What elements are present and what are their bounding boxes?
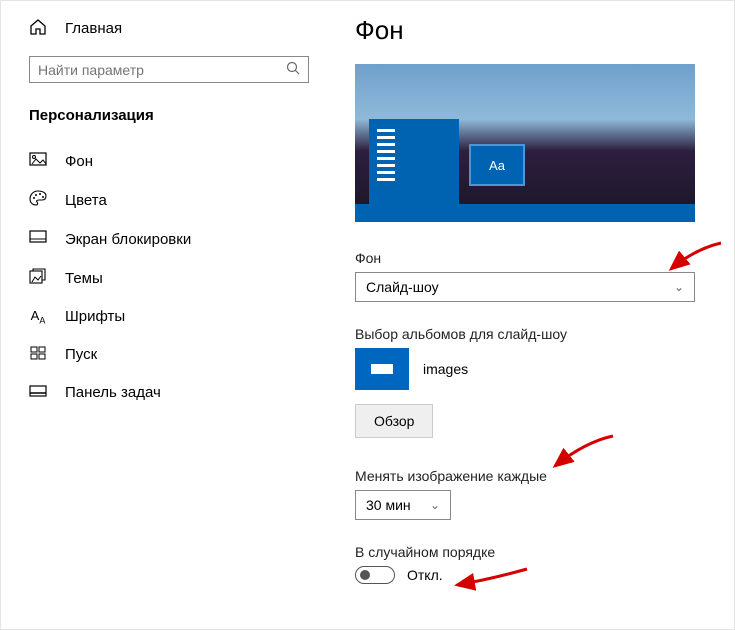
nav-item-start[interactable]: Пуск [29,336,319,374]
toggle-knob [360,570,370,580]
nav-item-background[interactable]: Фон [29,142,319,180]
interval-value: 30 мин [366,497,411,513]
preview-window: Aa [469,144,525,186]
album-name: images [423,361,468,377]
search-input[interactable] [29,56,309,83]
nav-item-taskbar[interactable]: Панель задач [29,374,319,411]
nav-item-label: Панель задач [65,384,161,401]
background-label: Фон [355,250,714,266]
sidebar: Главная Персонализация Фон Цвета Э [1,1,341,629]
page-title: Фон [355,15,714,46]
chevron-down-icon: ⌄ [430,498,440,512]
preview-taskbar [355,204,695,222]
preview-start-menu [369,119,459,204]
palette-icon [29,190,47,210]
background-select-value: Слайд-шоу [366,279,439,295]
nav-item-label: Фон [65,153,93,170]
main-content: Фон Aa Фон Слайд-шоу ⌄ Выбор альбомов дл… [341,1,734,629]
browse-button[interactable]: Обзор [355,404,433,438]
search-icon [286,61,300,78]
taskbar-icon [29,384,47,401]
nav-home-label: Главная [65,20,122,37]
nav-item-fonts[interactable]: AA Шрифты [29,298,319,336]
picture-icon [29,152,47,170]
interval-select[interactable]: 30 мин ⌄ [355,490,451,520]
desktop-preview: Aa [355,64,695,222]
shuffle-label: В случайном порядке [355,544,714,560]
home-icon [29,19,47,38]
nav-item-lockscreen[interactable]: Экран блокировки [29,220,319,258]
nav-item-themes[interactable]: Темы [29,258,319,298]
shuffle-toggle[interactable] [355,566,395,584]
nav-item-label: Темы [65,270,103,287]
interval-label: Менять изображение каждые [355,468,714,484]
themes-icon [29,268,47,288]
nav-item-label: Цвета [65,192,107,209]
album-row[interactable]: images [355,348,714,390]
nav-home[interactable]: Главная [29,19,319,38]
start-icon [29,346,47,364]
album-label: Выбор альбомов для слайд-шоу [355,326,714,342]
background-select[interactable]: Слайд-шоу ⌄ [355,272,695,302]
nav-item-label: Шрифты [65,308,125,325]
shuffle-state: Откл. [407,567,443,583]
chevron-down-icon: ⌄ [674,280,684,294]
annotation-arrow [549,432,619,472]
fonts-icon: AA [29,308,47,326]
nav-item-label: Экран блокировки [65,231,191,248]
nav-item-colors[interactable]: Цвета [29,180,319,220]
folder-icon [355,348,409,390]
search-field[interactable] [38,62,286,78]
lockscreen-icon [29,230,47,248]
nav-item-label: Пуск [65,346,97,363]
section-title: Персонализация [29,107,319,124]
